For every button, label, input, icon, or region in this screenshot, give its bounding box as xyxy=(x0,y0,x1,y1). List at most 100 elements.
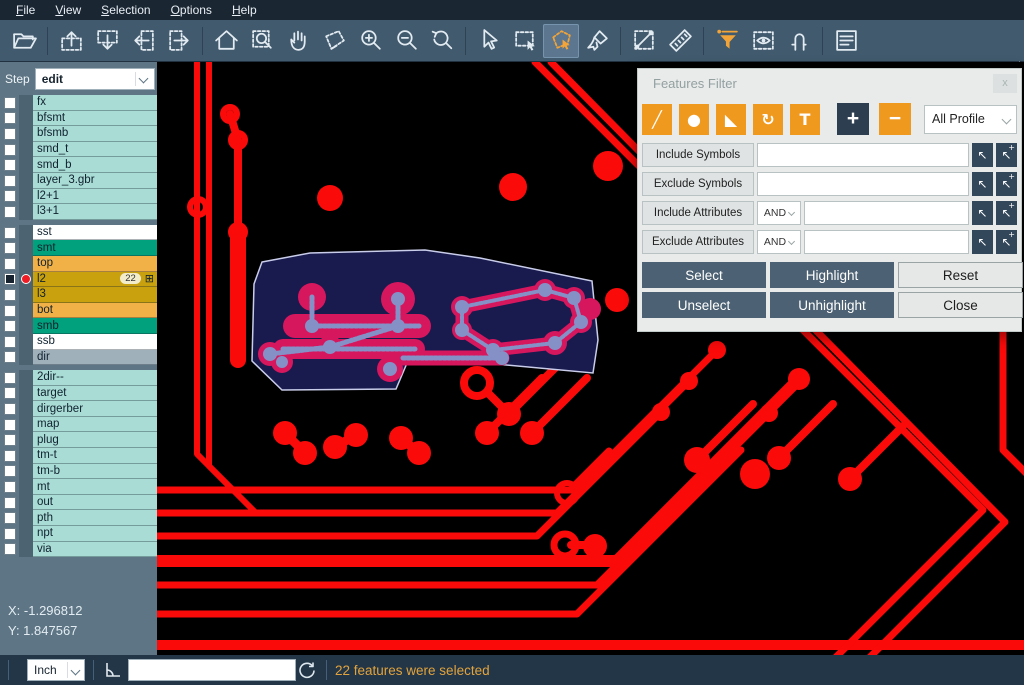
layer-work-column[interactable] xyxy=(19,464,33,480)
menu-item[interactable]: Selection xyxy=(91,1,160,19)
layer-label[interactable]: out xyxy=(33,495,157,511)
layer-visibility-checkbox[interactable] xyxy=(0,225,19,241)
layer-label[interactable]: fx xyxy=(33,95,157,111)
layer-label[interactable]: via xyxy=(33,542,157,558)
layer-row[interactable]: plug xyxy=(0,432,157,448)
layer-label[interactable]: l3+1 xyxy=(33,204,157,220)
layer-row[interactable]: smd_t xyxy=(0,142,157,158)
layer-row[interactable]: layer_3.gbr xyxy=(0,173,157,189)
layer-row[interactable]: l2+1 xyxy=(0,189,157,205)
layer-visibility-checkbox[interactable] xyxy=(0,126,19,142)
features-filter-button[interactable] xyxy=(709,24,745,58)
layer-label[interactable]: map xyxy=(33,417,157,433)
layer-label[interactable]: l2 22 ⊞ xyxy=(33,272,157,288)
angle-measure-icon[interactable] xyxy=(102,659,124,681)
layer-work-column[interactable] xyxy=(19,334,33,350)
zoom-out-button[interactable] xyxy=(388,24,424,58)
feature-type-button[interactable]: ● xyxy=(679,104,709,135)
layer-work-column[interactable] xyxy=(19,526,33,542)
menu-item[interactable]: Help xyxy=(222,1,267,19)
layer-row[interactable]: tm-t xyxy=(0,448,157,464)
home-view-button[interactable] xyxy=(208,24,244,58)
feature-type-button[interactable]: ◣ xyxy=(716,104,746,135)
layer-work-column[interactable] xyxy=(19,303,33,319)
layer-row[interactable]: 2dir-- xyxy=(0,370,157,386)
unhighlight-button[interactable]: Unhighlight xyxy=(770,292,894,318)
shift-down-button[interactable] xyxy=(89,24,125,58)
layer-visibility-checkbox[interactable] xyxy=(0,334,19,350)
layer-row[interactable]: target xyxy=(0,386,157,402)
pick-from-canvas-button[interactable]: ↖ xyxy=(972,230,993,254)
layer-label[interactable]: dir xyxy=(33,350,157,366)
layer-row[interactable]: top xyxy=(0,256,157,272)
feature-type-button[interactable]: ↻ xyxy=(753,104,783,135)
layer-work-column[interactable] xyxy=(19,479,33,495)
layer-visibility-checkbox[interactable] xyxy=(0,479,19,495)
zoom-previous-button[interactable] xyxy=(424,24,460,58)
pan-hand-button[interactable] xyxy=(280,24,316,58)
layer-visibility-checkbox[interactable] xyxy=(0,95,19,111)
layer-work-column[interactable] xyxy=(19,142,33,158)
layer-row[interactable]: bfsmb xyxy=(0,126,157,142)
layer-row[interactable]: smt xyxy=(0,240,157,256)
reset-button[interactable]: Reset xyxy=(898,262,1023,288)
step-dropdown-arrow[interactable] xyxy=(135,72,151,86)
select-pointer-button[interactable] xyxy=(471,24,507,58)
layer-row[interactable]: dir xyxy=(0,350,157,366)
layer-row[interactable]: tm-b xyxy=(0,464,157,480)
snap-magnet-button[interactable] xyxy=(781,24,817,58)
layer-row[interactable]: l3+1 xyxy=(0,204,157,220)
layer-label[interactable]: bot xyxy=(33,303,157,319)
select-button[interactable]: Select xyxy=(642,262,766,288)
layer-label[interactable]: bfsmt xyxy=(33,111,157,127)
layer-row[interactable]: fx xyxy=(0,95,157,111)
layer-row[interactable]: mt xyxy=(0,479,157,495)
layer-row[interactable]: smb xyxy=(0,318,157,334)
layer-visibility-checkbox[interactable] xyxy=(0,495,19,511)
zoom-window-button[interactable] xyxy=(244,24,280,58)
layer-work-column[interactable] xyxy=(19,256,33,272)
filter-value-input[interactable] xyxy=(804,230,969,254)
layer-work-column[interactable] xyxy=(19,287,33,303)
pick-from-canvas-button[interactable]: ↖ xyxy=(972,172,993,196)
add-filter-button[interactable]: + xyxy=(837,103,869,135)
layer-label[interactable]: mt xyxy=(33,479,157,495)
select-rectangle-button[interactable] xyxy=(507,24,543,58)
layer-work-column[interactable] xyxy=(19,495,33,511)
layer-visibility-checkbox[interactable] xyxy=(0,417,19,433)
layer-visibility-checkbox[interactable] xyxy=(0,204,19,220)
layer-visibility-checkbox[interactable] xyxy=(0,256,19,272)
pick-add-from-canvas-button[interactable]: ↖+ xyxy=(996,143,1017,167)
layer-work-column[interactable] xyxy=(19,111,33,127)
layer-work-column[interactable] xyxy=(19,126,33,142)
refresh-icon[interactable] xyxy=(296,659,318,681)
layer-work-column[interactable] xyxy=(19,240,33,256)
layer-label[interactable]: dirgerber xyxy=(33,401,157,417)
layer-label[interactable]: tm-t xyxy=(33,448,157,464)
layer-visibility-checkbox[interactable] xyxy=(0,318,19,334)
pick-from-canvas-button[interactable]: ↖ xyxy=(972,201,993,225)
layer-visibility-checkbox[interactable] xyxy=(0,189,19,205)
layer-label[interactable]: l3 xyxy=(33,287,157,303)
layer-label[interactable]: smd_t xyxy=(33,142,157,158)
layer-row[interactable]: pth xyxy=(0,510,157,526)
layer-work-column[interactable] xyxy=(19,542,33,558)
filter-value-input[interactable] xyxy=(757,172,969,196)
layer-row[interactable]: ssb xyxy=(0,334,157,350)
pick-add-from-canvas-button[interactable]: ↖+ xyxy=(996,172,1017,196)
shift-up-button[interactable] xyxy=(53,24,89,58)
unit-dropdown[interactable]: Inch xyxy=(27,659,85,681)
filter-row-label-button[interactable]: Include Attributes xyxy=(642,201,754,225)
layer-visibility-checkbox[interactable] xyxy=(0,464,19,480)
layer-visibility-checkbox[interactable] xyxy=(0,386,19,402)
layer-row[interactable]: npt xyxy=(0,526,157,542)
layer-work-column[interactable] xyxy=(19,272,33,288)
menu-item[interactable]: View xyxy=(45,1,91,19)
layer-row[interactable]: dirgerber xyxy=(0,401,157,417)
layer-visibility-checkbox[interactable] xyxy=(0,401,19,417)
layer-visibility-checkbox[interactable] xyxy=(0,240,19,256)
layer-label[interactable]: top xyxy=(33,256,157,272)
layer-row[interactable]: out xyxy=(0,495,157,511)
layer-label[interactable]: pth xyxy=(33,510,157,526)
layer-visibility-checkbox[interactable] xyxy=(0,173,19,189)
